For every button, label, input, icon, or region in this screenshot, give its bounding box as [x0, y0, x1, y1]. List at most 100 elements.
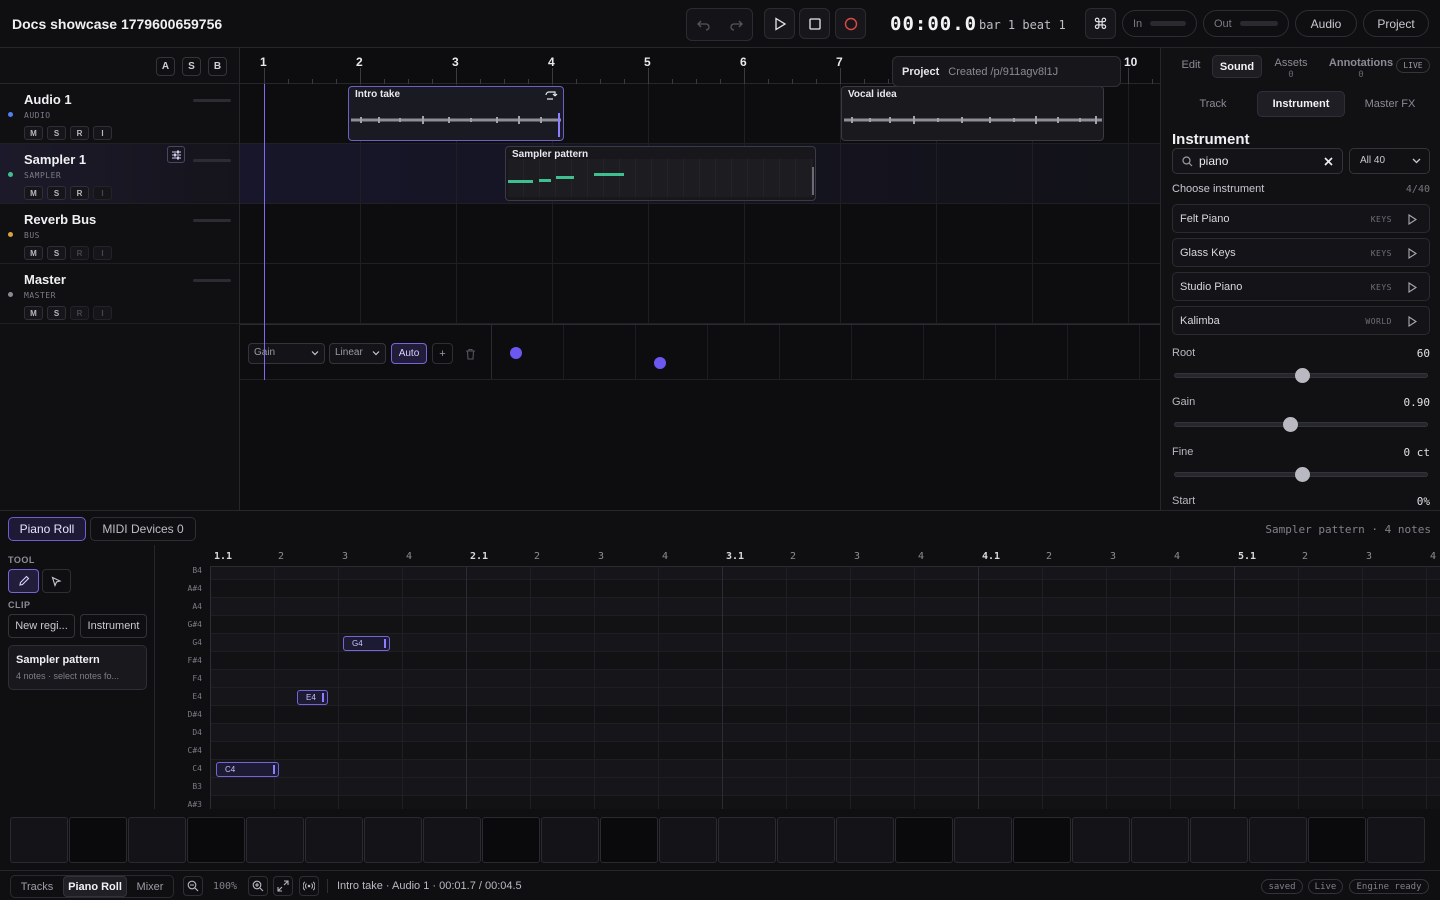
drum-pad[interactable] [1190, 817, 1248, 863]
drum-pad[interactable] [1013, 817, 1071, 863]
drum-pad[interactable] [1072, 817, 1130, 863]
record-arm-button[interactable]: R [70, 306, 89, 320]
group-s-button[interactable]: S [182, 57, 201, 76]
midi-note[interactable]: G4 [343, 636, 390, 651]
slider-knob[interactable] [1283, 417, 1298, 432]
instrument-item[interactable]: Kalimba WORLD [1172, 306, 1430, 335]
mute-button[interactable]: M [24, 306, 43, 320]
track-row[interactable]: Audio 1 AUDIO MSRI [0, 84, 239, 144]
zoom-out-button[interactable] [183, 876, 203, 896]
zoom-in-button[interactable] [248, 876, 268, 896]
play-icon[interactable] [1408, 316, 1417, 327]
track-volume-fader[interactable] [193, 219, 231, 222]
instrument-button[interactable]: Instrument [80, 614, 147, 638]
drum-pad[interactable] [659, 817, 717, 863]
clear-icon[interactable] [1324, 157, 1333, 166]
piano-roll-ruler[interactable]: 1.1 2 3 4 2.1 2 3 4 3.1 2 3 4 4.1 2 3 4 5.1 2 3 4 [210, 547, 1440, 567]
track-row[interactable]: Sampler 1 SAMPLER MSRI [0, 144, 239, 204]
mute-button[interactable]: M [24, 186, 43, 200]
add-point-button[interactable]: + [432, 343, 453, 364]
drum-pad[interactable] [364, 817, 422, 863]
track-row[interactable]: Reverb Bus BUS MSRI [0, 204, 239, 264]
instrument-search-input[interactable] [1199, 154, 1319, 168]
drum-pad[interactable] [305, 817, 363, 863]
automation-point[interactable] [510, 347, 522, 359]
midi-note[interactable]: E4 [297, 690, 328, 705]
record-arm-button[interactable]: R [70, 186, 89, 200]
drum-pad[interactable] [1249, 817, 1307, 863]
clip-sampler-pattern[interactable]: Sampler pattern [505, 146, 816, 201]
drum-pad[interactable] [10, 817, 68, 863]
track-volume-fader[interactable] [193, 279, 231, 282]
drum-pad[interactable] [69, 817, 127, 863]
automation-param-select[interactable]: Gain [248, 343, 325, 364]
tab-annotations[interactable]: Annotations 0 [1325, 57, 1397, 80]
subtab-instrument[interactable]: Instrument [1257, 91, 1345, 117]
clip-end-handle[interactable] [558, 113, 560, 137]
track-volume-fader[interactable] [193, 159, 231, 162]
broadcast-button[interactable] [299, 876, 319, 896]
automation-curve-select[interactable]: Linear [329, 343, 386, 364]
clip-end-handle[interactable] [812, 167, 814, 195]
instrument-filter-select[interactable]: All 40 [1349, 148, 1430, 174]
drum-pad[interactable] [187, 817, 245, 863]
param-slider[interactable] [1174, 417, 1428, 432]
track-settings-button[interactable] [167, 146, 185, 163]
group-b-button[interactable]: B [208, 57, 227, 76]
delete-point-button[interactable] [460, 343, 481, 364]
record-button[interactable] [835, 8, 866, 39]
automation-point[interactable] [654, 357, 666, 369]
subtab-track[interactable]: Track [1189, 91, 1237, 117]
fit-view-button[interactable] [273, 876, 293, 896]
drum-pad[interactable] [718, 817, 776, 863]
stop-button[interactable] [799, 8, 830, 39]
view-tracks[interactable]: Tracks [14, 876, 60, 897]
note-grid[interactable]: G4 E4 C4 [210, 567, 1440, 809]
drum-pad[interactable] [895, 817, 953, 863]
new-region-button[interactable]: New regi... [8, 614, 75, 638]
drum-pad[interactable] [1131, 817, 1189, 863]
input-monitor-button[interactable]: I [93, 306, 112, 320]
play-button[interactable] [764, 8, 795, 39]
tab-piano-roll[interactable]: Piano Roll [8, 517, 86, 541]
input-monitor-button[interactable]: I [93, 186, 112, 200]
instrument-item[interactable]: Glass Keys KEYS [1172, 238, 1430, 267]
midi-note[interactable]: C4 [216, 762, 279, 777]
redo-button[interactable] [725, 15, 747, 35]
drum-pad[interactable] [1367, 817, 1425, 863]
track-lane[interactable] [240, 264, 1160, 324]
play-icon[interactable] [1408, 248, 1417, 259]
drum-pad[interactable] [777, 817, 835, 863]
input-monitor-button[interactable]: I [93, 246, 112, 260]
drum-pad[interactable] [128, 817, 186, 863]
subtab-master-fx[interactable]: Master FX [1356, 91, 1424, 117]
piano-keys[interactable]: B4 A#4 A4 G#4 G4 F#4 F4 E4 D#4 D4 C#4 C4 B3 A#3 [155, 567, 210, 809]
solo-button[interactable]: S [47, 186, 66, 200]
drum-pad[interactable] [246, 817, 304, 863]
tab-assets[interactable]: Assets 0 [1269, 57, 1313, 80]
select-tool-button[interactable] [42, 569, 71, 593]
track-volume-fader[interactable] [193, 99, 231, 102]
instrument-item[interactable]: Studio Piano KEYS [1172, 272, 1430, 301]
instrument-search[interactable] [1172, 148, 1343, 174]
audio-settings-button[interactable]: Audio [1295, 10, 1357, 37]
clip-card[interactable]: Sampler pattern 4 notes · select notes f… [8, 645, 147, 690]
undo-button[interactable] [693, 15, 715, 35]
input-monitor-button[interactable]: I [93, 126, 112, 140]
record-arm-button[interactable]: R [70, 246, 89, 260]
drum-pad[interactable] [541, 817, 599, 863]
automation-mode-button[interactable]: Auto [391, 343, 427, 364]
tab-sound[interactable]: Sound [1212, 55, 1262, 78]
clip-intro-take[interactable]: Intro take [348, 86, 564, 141]
solo-button[interactable]: S [47, 246, 66, 260]
instrument-item[interactable]: Felt Piano KEYS [1172, 204, 1430, 233]
group-a-button[interactable]: A [156, 57, 175, 76]
project-button[interactable]: Project [1363, 10, 1429, 37]
param-slider[interactable] [1174, 368, 1428, 383]
drum-pad[interactable] [1308, 817, 1366, 863]
clip-vocal-idea[interactable]: Vocal idea [841, 86, 1104, 141]
pencil-tool-button[interactable] [8, 569, 39, 593]
slider-knob[interactable] [1295, 467, 1310, 482]
play-icon[interactable] [1408, 282, 1417, 293]
command-palette-button[interactable]: ⌘ [1085, 8, 1116, 39]
